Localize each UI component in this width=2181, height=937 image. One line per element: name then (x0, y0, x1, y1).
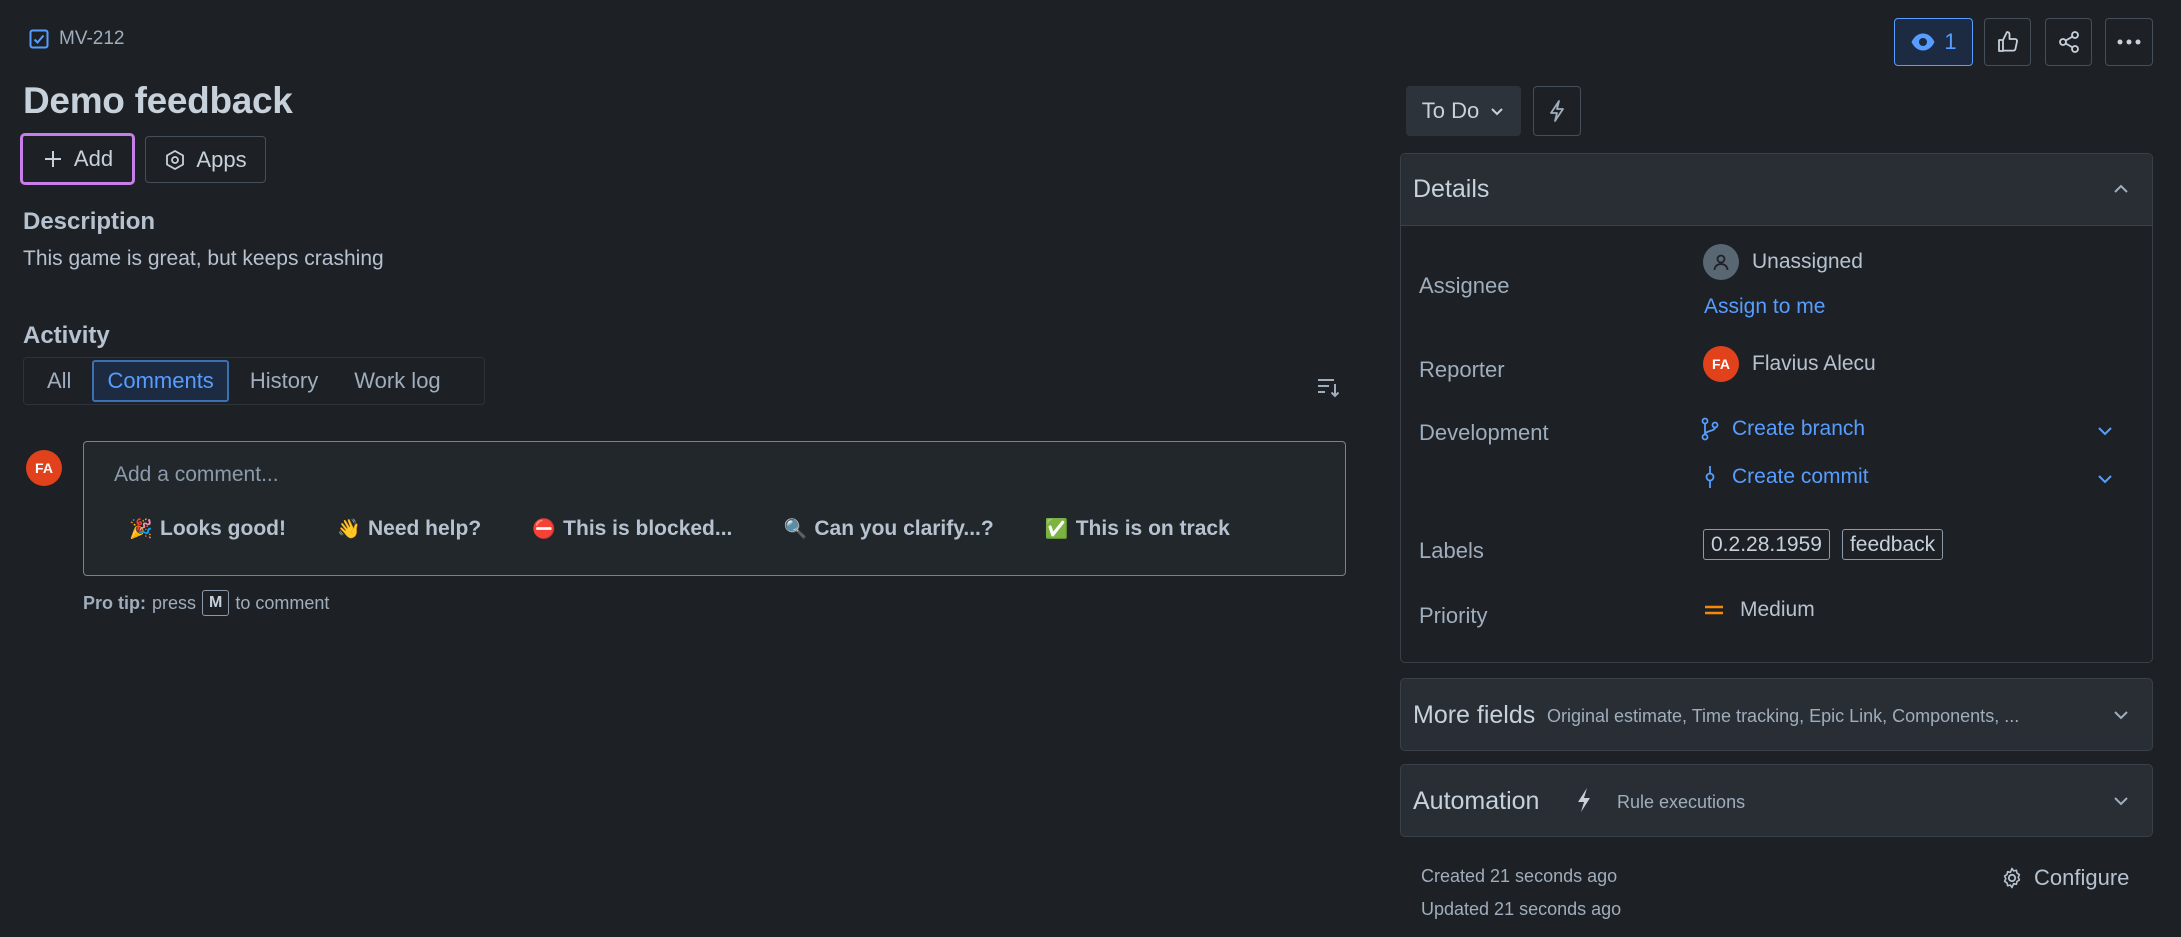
add-button-label: Add (73, 146, 114, 171)
details-panel-header[interactable] (1401, 154, 2152, 226)
comment-placeholder: Add a comment... (114, 463, 279, 486)
git-branch-icon (1701, 417, 1719, 441)
chevron-down-icon[interactable] (2094, 468, 2116, 490)
chevron-down-icon[interactable] (2110, 704, 2132, 726)
activity-tabs: All Comments History Work log (23, 357, 485, 405)
assignee-label: Assignee (1419, 273, 1510, 298)
created-timestamp: Created 21 seconds ago (1421, 866, 1618, 886)
create-branch-label: Create branch (1732, 417, 1866, 440)
tab-all[interactable]: All (32, 360, 86, 402)
comment-author-avatar: FA (26, 450, 62, 486)
create-commit-link[interactable]: Create commit (1700, 465, 1869, 489)
sort-order-icon[interactable] (1315, 374, 1341, 400)
assignee-value[interactable]: Unassigned (1752, 250, 1863, 274)
automation-actions-button[interactable] (1533, 86, 1581, 136)
quick-reply-label: Need help? (367, 517, 482, 540)
watch-button[interactable]: 1 (1894, 18, 1973, 66)
quick-reply-label: This is on track (1075, 517, 1230, 540)
chevron-down-icon[interactable] (2110, 790, 2132, 812)
share-button[interactable] (2045, 18, 2092, 66)
activity-heading: Activity (23, 322, 110, 349)
chevron-up-icon[interactable] (2110, 178, 2132, 200)
git-commit-icon (1705, 466, 1715, 488)
no-entry-icon: ⛔ (532, 519, 557, 540)
quick-reply-blocked[interactable]: ⛔ This is blocked... (532, 517, 733, 541)
reporter-avatar: FA (1703, 346, 1739, 382)
chevron-down-icon[interactable] (2094, 420, 2116, 442)
status-dropdown[interactable]: To Do (1406, 86, 1521, 136)
unassigned-avatar[interactable] (1703, 244, 1739, 280)
tab-work-log[interactable]: Work log (339, 360, 455, 402)
watch-count: 1 (1944, 29, 1957, 54)
quick-reply-label: Can you clarify...? (814, 517, 994, 540)
rule-executions-label: Rule executions (1617, 792, 1746, 812)
assign-to-me-link[interactable]: Assign to me (1704, 295, 1825, 319)
quick-reply-clarify[interactable]: 🔍 Can you clarify...? (783, 517, 994, 541)
create-branch-link[interactable]: Create branch (1700, 417, 1865, 441)
development-label: Development (1419, 420, 1549, 445)
label-tag[interactable]: feedback (1841, 529, 1944, 560)
user-icon (1713, 254, 1729, 271)
status-label: To Do (1421, 98, 1480, 123)
apps-button-label: Apps (196, 146, 247, 172)
updated-timestamp: Updated 21 seconds ago (1421, 899, 1622, 919)
apps-hexagon-icon (166, 149, 185, 170)
share-icon (2058, 31, 2079, 53)
pro-tip-post: to comment (235, 592, 330, 613)
waving-hand-icon: 👋 (337, 519, 361, 540)
quick-reply-list: 🎉 Looks good! 👋 Need help? ⛔ This is blo… (129, 517, 1230, 541)
quick-reply-label: Looks good! (160, 517, 286, 540)
labels-list[interactable]: 0.2.28.1959 feedback (1703, 529, 1944, 560)
details-title: Details (1413, 175, 1490, 203)
reporter-name[interactable]: Flavius Alecu (1752, 352, 1876, 376)
priority-value-text: Medium (1740, 598, 1815, 621)
description-heading: Description (23, 208, 156, 235)
party-popper-icon: 🎉 (129, 519, 153, 540)
apps-button[interactable]: Apps (145, 136, 266, 183)
label-tag[interactable]: 0.2.28.1959 (1703, 529, 1830, 560)
tab-comments[interactable]: Comments (92, 360, 229, 402)
issue-key-breadcrumb[interactable]: MV-212 (29, 28, 124, 50)
quick-reply-need-help[interactable]: 👋 Need help? (337, 517, 482, 541)
configure-label: Configure (2034, 865, 2130, 890)
check-mark-icon: ✅ (1044, 519, 1069, 540)
automation-title: Automation (1413, 787, 1540, 815)
gear-icon (2003, 867, 2021, 889)
reporter-label: Reporter (1419, 357, 1505, 382)
plus-icon (44, 151, 61, 167)
task-checkbox-icon (29, 29, 49, 49)
quick-reply-on-track[interactable]: ✅ This is on track (1044, 517, 1230, 541)
keyboard-shortcut-key: M (202, 590, 230, 616)
more-dots-icon (2117, 39, 2141, 45)
priority-label: Priority (1419, 603, 1488, 628)
pro-tip: Pro tip: press M to comment (83, 590, 329, 616)
more-fields-summary: Original estimate, Time tracking, Epic L… (1547, 706, 2020, 726)
eye-icon (1911, 33, 1935, 51)
priority-value[interactable]: Medium (1704, 598, 1815, 622)
more-actions-button[interactable] (2105, 18, 2153, 66)
lightning-icon (1574, 787, 1594, 813)
pro-tip-bold: Pro tip: (83, 592, 146, 613)
magnifier-icon: 🔍 (783, 519, 808, 540)
priority-medium-icon (1705, 605, 1723, 615)
add-button[interactable]: Add (20, 133, 135, 185)
comment-input[interactable] (83, 441, 1346, 576)
issue-key-text: MV-212 (59, 28, 125, 49)
issue-title[interactable]: Demo feedback (23, 80, 293, 122)
labels-label: Labels (1419, 538, 1484, 563)
details-panel (1400, 153, 2153, 663)
vote-button[interactable] (1984, 18, 2031, 66)
more-fields-title: More fields (1413, 701, 1536, 729)
create-commit-label: Create commit (1732, 465, 1869, 488)
quick-reply-label: This is blocked... (563, 517, 733, 540)
chevron-down-icon (1491, 108, 1503, 116)
description-text[interactable]: This game is great, but keeps crashing (23, 247, 384, 271)
configure-button[interactable]: Configure (2000, 865, 2129, 891)
pro-tip-pre: press (152, 592, 197, 613)
quick-reply-looks-good[interactable]: 🎉 Looks good! (129, 517, 286, 541)
thumbs-up-icon (1997, 31, 2018, 52)
lightning-icon (1550, 100, 1564, 122)
tab-history[interactable]: History (235, 360, 333, 402)
